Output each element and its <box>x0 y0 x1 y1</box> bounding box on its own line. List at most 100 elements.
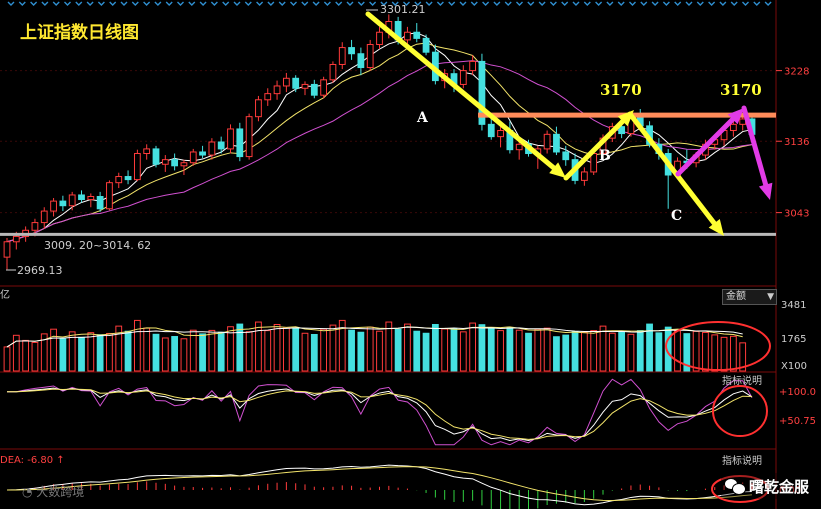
volume-bar <box>264 330 272 372</box>
volume-bar <box>413 330 421 372</box>
dash-mark <box>470 1 478 6</box>
volume-bar <box>59 338 67 372</box>
dash-mark <box>52 1 60 6</box>
dash-mark <box>120 1 128 6</box>
price-tick-label: 3043 <box>784 209 809 220</box>
volume-bar <box>562 334 570 372</box>
volume-bar <box>431 323 439 372</box>
brand-badge-text: 曙乾金服 <box>748 477 809 496</box>
indicator1-tick-top: +100.0 <box>779 387 816 398</box>
candle-body <box>739 118 747 125</box>
dash-mark <box>742 1 749 6</box>
volume-unit-label: 亿 <box>0 288 10 301</box>
dash-mark <box>527 1 535 6</box>
dash-mark <box>719 1 727 6</box>
candle-body <box>152 148 160 165</box>
candle-body <box>143 148 151 155</box>
volume-bar <box>422 332 430 372</box>
candle-body <box>189 151 197 164</box>
dash-mark <box>312 1 320 6</box>
volume-tick-mid: 1765 <box>781 334 806 345</box>
volume-bar <box>143 327 151 372</box>
resistance-label-left: 3170 <box>600 81 642 99</box>
indicator1-lines <box>6 378 753 446</box>
dash-mark <box>30 1 38 6</box>
volume-bar <box>96 334 104 372</box>
dash-mark <box>267 1 275 6</box>
dash-mark <box>244 1 252 6</box>
candle-body <box>161 159 169 165</box>
indicator1-line <box>6 388 753 440</box>
volume-bar <box>255 321 262 372</box>
volume-bar <box>627 333 635 372</box>
volume-bar <box>571 331 579 372</box>
candle-body <box>422 37 430 53</box>
indicator1-help-button[interactable]: 指标说明 <box>722 376 772 388</box>
dash-mark <box>504 1 512 6</box>
dash-mark <box>662 1 670 6</box>
volume-bar <box>478 324 486 372</box>
candle-body <box>3 241 11 258</box>
volume-bar <box>282 327 290 372</box>
volume-bar <box>655 332 663 372</box>
range-label: 3009. 20~3014. 62 <box>44 239 151 252</box>
candle-body <box>366 44 374 69</box>
volume-bar <box>292 327 300 372</box>
moving-average-line <box>6 42 753 243</box>
volume-bar <box>22 339 30 372</box>
candle-body <box>301 83 309 89</box>
volume-bar <box>553 336 560 372</box>
dash-mark <box>640 1 648 6</box>
dash-mark <box>595 1 603 6</box>
candlestick-series <box>3 14 756 270</box>
volume-bar <box>106 332 113 372</box>
dash-mark <box>685 1 693 6</box>
candle-body <box>580 171 588 181</box>
dash-mark <box>188 1 196 6</box>
volume-bar <box>3 346 11 372</box>
dash-mark <box>629 1 636 6</box>
volume-type-dropdown[interactable]: 金额 ▼ <box>722 289 777 305</box>
volume-bar <box>497 330 504 372</box>
dash-mark <box>41 1 49 6</box>
candle-body <box>729 123 737 131</box>
candle-body <box>376 31 383 46</box>
candle-body <box>487 123 495 138</box>
candle-body <box>87 195 95 201</box>
dash-mark <box>233 1 241 6</box>
volume-tick-unit: X100 <box>781 361 807 372</box>
dea-label: DEA: -6.80 ↑ <box>0 455 65 466</box>
arrow-magenta-down-head <box>758 182 773 200</box>
volume-bar <box>711 334 719 372</box>
volume-bar <box>506 327 514 372</box>
volume-bar <box>133 319 141 372</box>
dash-mark <box>7 1 15 6</box>
volume-bar <box>720 336 728 372</box>
dash-mark <box>18 1 26 6</box>
chart-title: 上证指数日线图 <box>20 22 139 43</box>
dash-mark <box>290 1 297 6</box>
candle-body <box>310 83 318 96</box>
indicator2-help-button[interactable]: 指标说明 <box>722 456 772 468</box>
dash-mark <box>493 1 501 6</box>
candle-body <box>133 153 141 181</box>
resistance-label-right: 3170 <box>720 81 762 99</box>
volume-bar <box>580 331 588 372</box>
dash-mark <box>86 1 94 6</box>
dash-mark <box>436 1 444 6</box>
dash-mark <box>75 1 83 6</box>
candle-body <box>59 200 67 207</box>
candle-body <box>180 162 188 167</box>
dash-mark <box>606 1 614 6</box>
volume-bar <box>50 328 57 372</box>
volume-bar <box>357 331 365 372</box>
dash-mark <box>753 1 761 6</box>
volume-bar <box>152 333 160 372</box>
candle-body <box>320 79 328 96</box>
volume-bar <box>729 335 737 372</box>
dash-mark <box>301 1 309 6</box>
dash-mark <box>143 1 151 6</box>
volume-bar <box>310 333 318 372</box>
wechat-icon <box>724 478 746 495</box>
candle-body <box>357 53 365 69</box>
